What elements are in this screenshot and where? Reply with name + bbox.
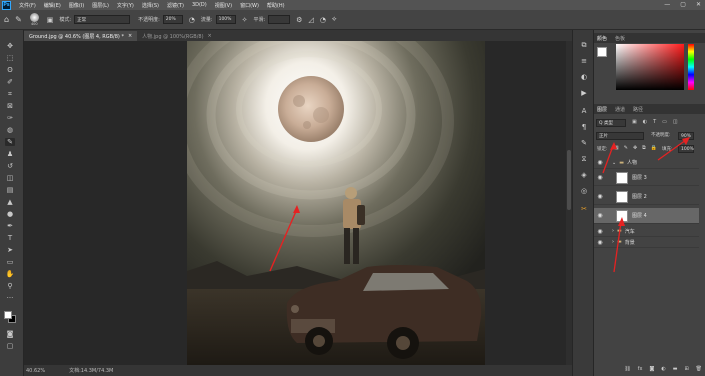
annotation-arrows [602, 137, 690, 273]
foreground-color-fill [4, 311, 12, 319]
